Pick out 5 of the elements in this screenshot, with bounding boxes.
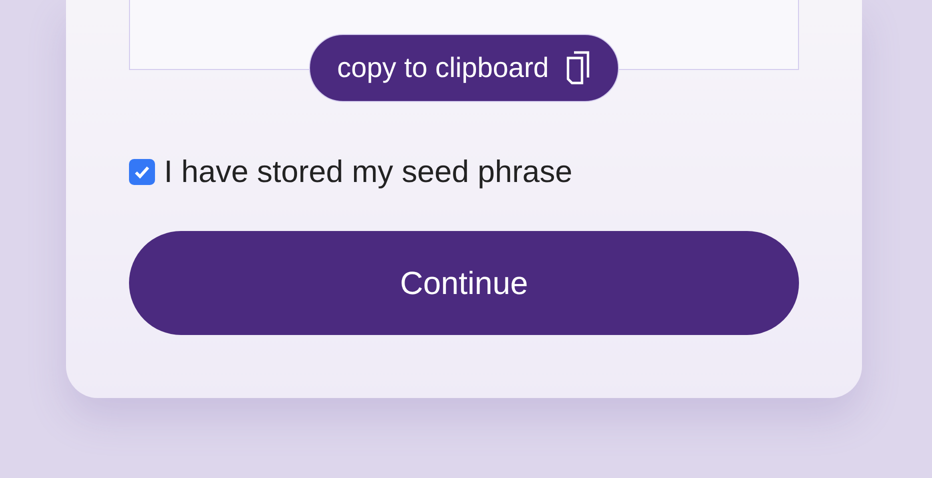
continue-button[interactable]: Continue [129,230,799,334]
confirmation-checkbox[interactable] [129,159,155,186]
copy-to-clipboard-button[interactable]: copy to clipboard [309,34,619,102]
copy-icon [564,51,591,85]
confirmation-label: I have stored my seed phrase [164,153,572,191]
